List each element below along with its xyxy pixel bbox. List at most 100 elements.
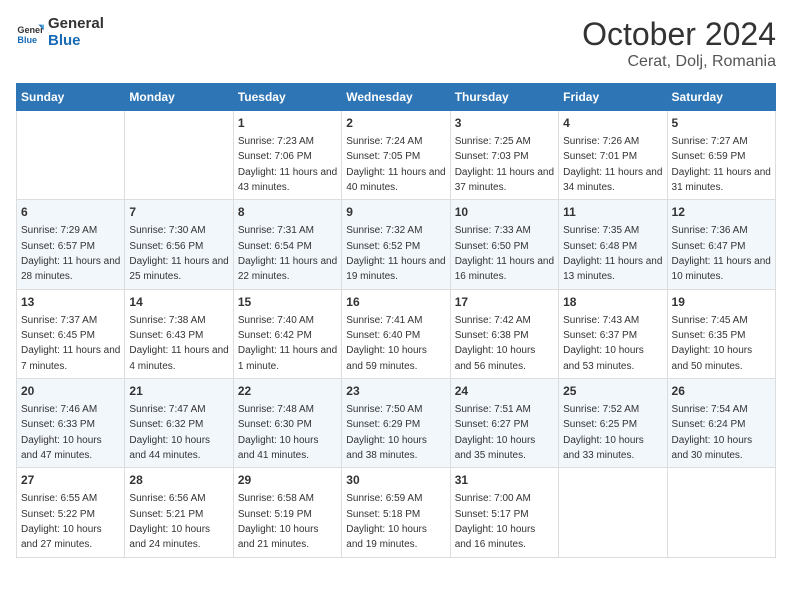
calendar-table: SundayMondayTuesdayWednesdayThursdayFrid…: [16, 83, 776, 558]
day-info: Sunrise: 6:59 AMSunset: 5:18 PMDaylight:…: [346, 493, 427, 550]
day-info: Sunrise: 7:48 AMSunset: 6:30 PMDaylight:…: [238, 404, 319, 461]
day-info: Sunrise: 7:27 AMSunset: 6:59 PMDaylight:…: [672, 136, 771, 193]
calendar-cell: 27 Sunrise: 6:55 AMSunset: 5:22 PMDayligh…: [17, 468, 125, 557]
day-info: Sunrise: 7:37 AMSunset: 6:45 PMDaylight:…: [21, 315, 120, 372]
calendar-cell: 15Sunrise: 7:40 AMSunset: 6:42 PMDayligh…: [233, 289, 341, 378]
week-row-5: 27 Sunrise: 6:55 AMSunset: 5:22 PMDayligh…: [17, 468, 776, 557]
day-number: 24: [455, 383, 554, 400]
calendar-cell: [559, 468, 667, 557]
day-info: Sunrise: 7:23 AMSunset: 7:06 PMDaylight:…: [238, 136, 337, 193]
logo-general: General: [48, 16, 104, 33]
day-number: 15: [238, 294, 337, 311]
calendar-cell: 28 Sunrise: 6:56 AMSunset: 5:21 PMDayligh…: [125, 468, 233, 557]
day-info: Sunrise: 7:24 AMSunset: 7:05 PMDaylight:…: [346, 136, 445, 193]
day-info: Sunrise: 7:41 AMSunset: 6:40 PMDaylight:…: [346, 315, 427, 372]
day-number: 20: [21, 383, 120, 400]
day-info: Sunrise: 7:38 AMSunset: 6:43 PMDaylight:…: [129, 315, 228, 372]
day-info: Sunrise: 7:45 AMSunset: 6:35 PMDaylight:…: [672, 315, 753, 372]
svg-text:General: General: [17, 25, 44, 35]
calendar-cell: 6Sunrise: 7:29 AMSunset: 6:57 PMDaylight…: [17, 200, 125, 289]
day-number: 11: [563, 204, 662, 221]
calendar-cell: 29Sunrise: 6:58 AMSunset: 5:19 PMDayligh…: [233, 468, 341, 557]
logo: General Blue General Blue: [16, 16, 104, 49]
day-number: 27: [21, 472, 120, 489]
calendar-cell: 11 Sunrise: 7:35 AMSunset: 6:48 PMDayligh…: [559, 200, 667, 289]
calendar-cell: 14 Sunrise: 7:38 AMSunset: 6:43 PMDayligh…: [125, 289, 233, 378]
weekday-header-thursday: Thursday: [450, 84, 558, 111]
calendar-cell: 31 Sunrise: 7:00 AMSunset: 5:17 PMDayligh…: [450, 468, 558, 557]
day-number: 16: [346, 294, 445, 311]
day-info: Sunrise: 7:43 AMSunset: 6:37 PMDaylight:…: [563, 315, 644, 372]
week-row-1: 1Sunrise: 7:23 AMSunset: 7:06 PMDaylight…: [17, 111, 776, 200]
calendar-cell: 23 Sunrise: 7:50 AMSunset: 6:29 PMDayligh…: [342, 379, 450, 468]
day-info: Sunrise: 6:56 AMSunset: 5:21 PMDaylight:…: [129, 493, 210, 550]
weekday-header-tuesday: Tuesday: [233, 84, 341, 111]
calendar-title: October 2024: [582, 16, 776, 53]
page-header: General Blue General Blue October 2024 C…: [16, 16, 776, 71]
week-row-2: 6Sunrise: 7:29 AMSunset: 6:57 PMDaylight…: [17, 200, 776, 289]
calendar-cell: 13 Sunrise: 7:37 AMSunset: 6:45 PMDayligh…: [17, 289, 125, 378]
day-number: 8: [238, 204, 337, 221]
day-number: 13: [21, 294, 120, 311]
day-number: 28: [129, 472, 228, 489]
day-number: 25: [563, 383, 662, 400]
calendar-cell: [667, 468, 775, 557]
day-info: Sunrise: 7:32 AMSunset: 6:52 PMDaylight:…: [346, 225, 445, 282]
day-info: Sunrise: 7:46 AMSunset: 6:33 PMDaylight:…: [21, 404, 102, 461]
day-number: 26: [672, 383, 771, 400]
day-info: Sunrise: 7:00 AMSunset: 5:17 PMDaylight:…: [455, 493, 536, 550]
calendar-cell: 3Sunrise: 7:25 AMSunset: 7:03 PMDaylight…: [450, 111, 558, 200]
day-number: 17: [455, 294, 554, 311]
calendar-cell: [17, 111, 125, 200]
weekday-header-monday: Monday: [125, 84, 233, 111]
day-number: 18: [563, 294, 662, 311]
day-info: Sunrise: 7:30 AMSunset: 6:56 PMDaylight:…: [129, 225, 228, 282]
day-info: Sunrise: 6:58 AMSunset: 5:19 PMDaylight:…: [238, 493, 319, 550]
calendar-cell: 1Sunrise: 7:23 AMSunset: 7:06 PMDaylight…: [233, 111, 341, 200]
day-number: 22: [238, 383, 337, 400]
day-info: Sunrise: 7:50 AMSunset: 6:29 PMDaylight:…: [346, 404, 427, 461]
day-number: 31: [455, 472, 554, 489]
day-info: Sunrise: 7:31 AMSunset: 6:54 PMDaylight:…: [238, 225, 337, 282]
weekday-header-friday: Friday: [559, 84, 667, 111]
day-number: 19: [672, 294, 771, 311]
day-number: 7: [129, 204, 228, 221]
day-number: 23: [346, 383, 445, 400]
calendar-cell: 20 Sunrise: 7:46 AMSunset: 6:33 PMDayligh…: [17, 379, 125, 468]
day-info: Sunrise: 7:54 AMSunset: 6:24 PMDaylight:…: [672, 404, 753, 461]
day-info: Sunrise: 7:33 AMSunset: 6:50 PMDaylight:…: [455, 225, 554, 282]
weekday-header-wednesday: Wednesday: [342, 84, 450, 111]
logo-icon: General Blue: [16, 19, 44, 47]
calendar-cell: 21Sunrise: 7:47 AMSunset: 6:32 PMDayligh…: [125, 379, 233, 468]
calendar-cell: 9 Sunrise: 7:32 AMSunset: 6:52 PMDaylight…: [342, 200, 450, 289]
day-number: 14: [129, 294, 228, 311]
calendar-cell: 16 Sunrise: 7:41 AMSunset: 6:40 PMDayligh…: [342, 289, 450, 378]
week-row-4: 20 Sunrise: 7:46 AMSunset: 6:33 PMDayligh…: [17, 379, 776, 468]
day-info: Sunrise: 7:36 AMSunset: 6:47 PMDaylight:…: [672, 225, 771, 282]
calendar-cell: 4 Sunrise: 7:26 AMSunset: 7:01 PMDaylight…: [559, 111, 667, 200]
svg-text:Blue: Blue: [17, 34, 37, 44]
calendar-cell: 18 Sunrise: 7:43 AMSunset: 6:37 PMDayligh…: [559, 289, 667, 378]
logo-blue: Blue: [48, 33, 104, 50]
day-info: Sunrise: 6:55 AMSunset: 5:22 PMDaylight:…: [21, 493, 102, 550]
day-info: Sunrise: 7:35 AMSunset: 6:48 PMDaylight:…: [563, 225, 662, 282]
day-number: 9: [346, 204, 445, 221]
calendar-cell: 8 Sunrise: 7:31 AMSunset: 6:54 PMDaylight…: [233, 200, 341, 289]
weekday-header-row: SundayMondayTuesdayWednesdayThursdayFrid…: [17, 84, 776, 111]
day-number: 21: [129, 383, 228, 400]
week-row-3: 13 Sunrise: 7:37 AMSunset: 6:45 PMDayligh…: [17, 289, 776, 378]
day-info: Sunrise: 7:25 AMSunset: 7:03 PMDaylight:…: [455, 136, 554, 193]
day-number: 2: [346, 115, 445, 132]
calendar-cell: 2 Sunrise: 7:24 AMSunset: 7:05 PMDaylight…: [342, 111, 450, 200]
day-number: 10: [455, 204, 554, 221]
day-info: Sunrise: 7:52 AMSunset: 6:25 PMDaylight:…: [563, 404, 644, 461]
calendar-cell: 24 Sunrise: 7:51 AMSunset: 6:27 PMDayligh…: [450, 379, 558, 468]
day-number: 5: [672, 115, 771, 132]
calendar-subtitle: Cerat, Dolj, Romania: [582, 53, 776, 71]
weekday-header-sunday: Sunday: [17, 84, 125, 111]
day-info: Sunrise: 7:51 AMSunset: 6:27 PMDaylight:…: [455, 404, 536, 461]
day-info: Sunrise: 7:26 AMSunset: 7:01 PMDaylight:…: [563, 136, 662, 193]
calendar-cell: 25 Sunrise: 7:52 AMSunset: 6:25 PMDayligh…: [559, 379, 667, 468]
day-number: 4: [563, 115, 662, 132]
day-number: 12: [672, 204, 771, 221]
